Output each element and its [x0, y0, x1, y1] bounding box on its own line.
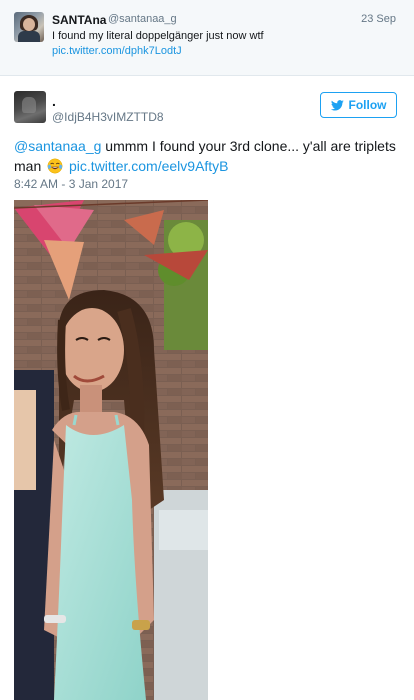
main-handle[interactable]: @IdjB4H3vIMZTTD8 [52, 110, 164, 124]
follow-button[interactable]: Follow [320, 92, 397, 118]
parent-tweet[interactable]: SANTAna @santanaa_g 23 Sep I found my li… [0, 0, 414, 76]
main-avatar[interactable] [14, 91, 46, 123]
main-tweet-text: @santanaa_g ummm I found your 3rd clone.… [14, 136, 399, 176]
tweet-timestamp[interactable]: 8:42 AM - 3 Jan 2017 [14, 177, 128, 191]
tweet-photo[interactable] [14, 200, 208, 700]
parent-display-name[interactable]: SANTAna [52, 13, 106, 27]
twitter-bird-icon [330, 99, 344, 110]
mention-link[interactable]: @santanaa_g [14, 138, 101, 154]
parent-pic-link[interactable]: pic.twitter.com/dphk7LodtJ [52, 45, 182, 57]
tears-of-joy-emoji-icon [47, 158, 63, 174]
parent-handle[interactable]: @santanaa_g [108, 13, 177, 25]
main-pic-link[interactable]: pic.twitter.com/eelv9AftyB [69, 158, 229, 174]
photo-illustration [14, 200, 208, 700]
parent-text: I found my literal doppelgänger just now… [52, 30, 264, 42]
follow-button-label: Follow [348, 98, 387, 112]
main-display-name[interactable]: . [52, 93, 56, 109]
parent-avatar[interactable] [14, 12, 44, 42]
parent-date[interactable]: 23 Sep [361, 13, 396, 25]
